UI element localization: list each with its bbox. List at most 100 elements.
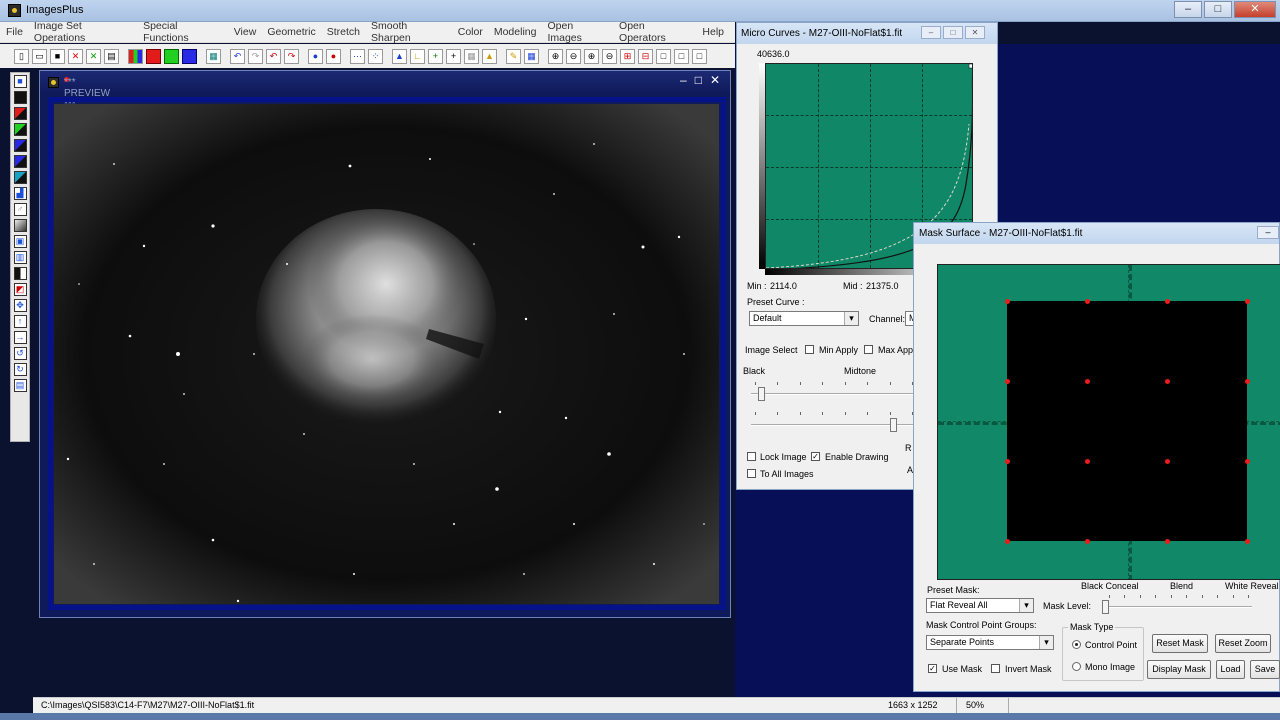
black-slider-thumb[interactable] xyxy=(758,387,765,401)
curve-icon[interactable]: ∟ xyxy=(410,48,425,64)
frame-icon[interactable]: ▣ xyxy=(13,235,27,248)
control-point[interactable] xyxy=(1005,459,1010,464)
close-green-icon[interactable]: ✕ xyxy=(86,48,101,64)
open-folder-icon[interactable]: ▭ xyxy=(32,48,47,64)
color-mask-icon[interactable] xyxy=(13,155,27,168)
menu-smooth-sharpen[interactable]: Smooth Sharpen xyxy=(371,20,447,44)
control-point[interactable] xyxy=(1245,459,1250,464)
preview-minimize-button[interactable]: – xyxy=(680,73,687,87)
bars-icon[interactable]: ▥ xyxy=(13,251,27,264)
gradient-icon[interactable] xyxy=(13,219,27,232)
green-channel-icon[interactable] xyxy=(164,48,179,64)
corner-icon[interactable]: ▟ xyxy=(13,187,27,200)
use-mask-checkbox[interactable]: ✓ xyxy=(928,664,937,673)
grid-icon[interactable]: ▦ xyxy=(206,48,221,64)
zoom-fit-icon[interactable]: ⊕ xyxy=(584,48,599,64)
mask-surface-canvas[interactable] xyxy=(937,264,1280,580)
control-point-groups-select[interactable]: Separate Points xyxy=(926,635,1054,650)
reset-zoom-button[interactable]: Reset Zoom xyxy=(1215,634,1271,653)
preview-maximize-button[interactable]: □ xyxy=(695,73,702,87)
menu-open-images[interactable]: Open Images xyxy=(547,20,608,44)
dots-icon[interactable]: ⋯ xyxy=(350,48,365,64)
select-icon[interactable]: ◩ xyxy=(13,283,27,296)
star-remove-icon[interactable]: ● xyxy=(326,48,341,64)
control-point[interactable] xyxy=(1085,379,1090,384)
rotate-left-icon[interactable]: ↺ xyxy=(13,347,27,360)
mono-image-radio[interactable] xyxy=(1072,662,1081,671)
points-icon[interactable]: ⁘ xyxy=(368,48,383,64)
window-icon-2[interactable]: □ xyxy=(674,48,689,64)
control-point[interactable] xyxy=(1245,299,1250,304)
print-icon[interactable]: ▤ xyxy=(104,48,119,64)
add-window-icon[interactable]: ⊞ xyxy=(620,48,635,64)
mask-level-thumb[interactable] xyxy=(1102,600,1109,614)
blue-channel-icon[interactable] xyxy=(182,48,197,64)
up-arrow-icon[interactable]: ↑ xyxy=(13,315,27,328)
display-mask-button[interactable]: Display Mask xyxy=(1147,660,1211,679)
right-arrow-icon[interactable]: → xyxy=(13,331,27,344)
black-white-icon[interactable] xyxy=(13,91,27,104)
control-point[interactable] xyxy=(1005,539,1010,544)
menu-color[interactable]: Color xyxy=(458,26,483,38)
control-point[interactable] xyxy=(1245,539,1250,544)
close-button[interactable]: ✕ xyxy=(1234,1,1276,18)
rgb-channels-icon[interactable] xyxy=(128,48,143,64)
control-point-radio[interactable] xyxy=(1072,640,1081,649)
menu-open-operators[interactable]: Open Operators xyxy=(619,20,691,44)
control-point[interactable] xyxy=(1165,459,1170,464)
green-mask-icon[interactable] xyxy=(13,123,27,136)
lock-image-checkbox[interactable] xyxy=(747,452,756,461)
menu-image-set-operations[interactable]: Image Set Operations xyxy=(34,20,132,44)
image-edit-icon[interactable]: ▲ xyxy=(482,48,497,64)
close-red-icon[interactable]: ✕ xyxy=(68,48,83,64)
save-icon[interactable]: ■ xyxy=(50,48,65,64)
new-file-icon[interactable]: ▯ xyxy=(14,48,29,64)
control-point[interactable] xyxy=(1165,379,1170,384)
minimize-button[interactable]: – xyxy=(1174,1,1202,18)
mask-minimize-button[interactable]: – xyxy=(1257,226,1279,239)
redo-icon[interactable]: ↷ xyxy=(248,48,263,64)
preview-close-button[interactable]: ✕ xyxy=(710,73,720,87)
min-apply-checkbox[interactable] xyxy=(805,345,814,354)
control-point[interactable] xyxy=(1165,539,1170,544)
move-icon[interactable]: ✥ xyxy=(13,299,27,312)
load-button[interactable]: Load xyxy=(1216,660,1245,679)
undo-all-icon[interactable]: ↶ xyxy=(266,48,281,64)
zoom-actual-icon[interactable]: ⊖ xyxy=(602,48,617,64)
histogram-icon[interactable]: ▲ xyxy=(392,48,407,64)
zoom-in-icon[interactable]: ⊕ xyxy=(548,48,563,64)
table-icon[interactable]: ▦ xyxy=(464,48,479,64)
window-icon-1[interactable]: □ xyxy=(656,48,671,64)
menu-help[interactable]: Help xyxy=(702,26,724,38)
star-select-icon[interactable]: ● xyxy=(308,48,323,64)
nebula-image[interactable] xyxy=(54,104,719,604)
save-image-icon[interactable]: ■ xyxy=(13,75,27,88)
remove-window-icon[interactable]: ⊟ xyxy=(638,48,653,64)
cross-icon[interactable]: + xyxy=(446,48,461,64)
midtone-slider-thumb[interactable] xyxy=(890,418,897,432)
control-point[interactable] xyxy=(1005,379,1010,384)
matrix-icon[interactable]: ▦ xyxy=(524,48,539,64)
half-icon[interactable] xyxy=(13,267,27,280)
curves-minimize-button[interactable]: – xyxy=(921,26,941,39)
control-point[interactable] xyxy=(1085,459,1090,464)
control-point[interactable] xyxy=(1165,299,1170,304)
pencil-icon[interactable]: ✎ xyxy=(506,48,521,64)
menu-modeling[interactable]: Modeling xyxy=(494,26,537,38)
control-point[interactable] xyxy=(1245,379,1250,384)
preset-curve-select[interactable]: Default xyxy=(749,311,859,326)
maximize-button[interactable]: □ xyxy=(1204,1,1232,18)
redo-all-icon[interactable]: ↷ xyxy=(284,48,299,64)
crosshair-icon[interactable]: + xyxy=(428,48,443,64)
brush-icon[interactable]: ♂ xyxy=(13,203,27,216)
cyan-mask-icon[interactable] xyxy=(13,171,27,184)
menu-view[interactable]: View xyxy=(234,26,257,38)
menu-special-functions[interactable]: Special Functions xyxy=(143,20,223,44)
control-point[interactable] xyxy=(1085,539,1090,544)
document-icon[interactable]: ▤ xyxy=(13,379,27,392)
red-mask-icon[interactable] xyxy=(13,107,27,120)
zoom-out-icon[interactable]: ⊖ xyxy=(566,48,581,64)
red-channel-icon[interactable] xyxy=(146,48,161,64)
curves-close-button[interactable]: ✕ xyxy=(965,26,985,39)
invert-mask-checkbox[interactable] xyxy=(991,664,1000,673)
